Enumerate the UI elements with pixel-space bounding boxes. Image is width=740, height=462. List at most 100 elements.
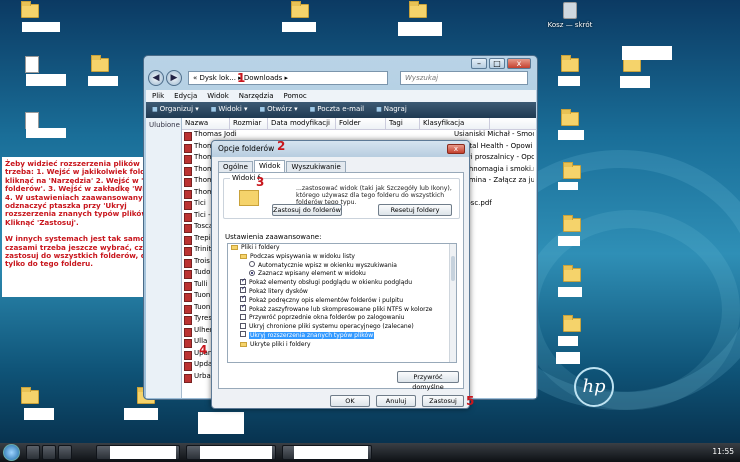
column-rating[interactable]: Klasyfikacja [420, 118, 490, 129]
desktop-folder-icon[interactable] [612, 55, 652, 72]
open-button[interactable]: Otwórz ▾ [260, 105, 298, 115]
checkbox[interactable] [240, 331, 246, 338]
menu-edycja[interactable]: Edycja [174, 92, 197, 100]
tab-view[interactable]: Widok [253, 160, 286, 172]
column-size[interactable]: Rozmiar [230, 118, 268, 129]
views-button[interactable]: Widoki ▾ [211, 105, 247, 115]
email-button[interactable]: Poczta e-mail [310, 105, 364, 115]
forward-button[interactable]: ▶ [166, 70, 182, 86]
checkbox[interactable] [240, 322, 246, 329]
menu-plik[interactable]: Plik [152, 92, 164, 100]
quicklaunch-icon[interactable] [26, 445, 40, 460]
restore-defaults-button[interactable]: Przywróć domyślne [397, 371, 459, 391]
desktop-folder-icon[interactable] [550, 109, 590, 126]
quicklaunch-icon[interactable] [42, 445, 56, 460]
document-icon [25, 112, 39, 129]
advanced-settings-list[interactable]: Pliki i foldery Podczas wpisywania w wido… [227, 243, 457, 363]
desktop-folder-icon[interactable] [80, 55, 120, 72]
close-button[interactable]: x [507, 58, 531, 69]
menu-pomoc[interactable]: Pomoc [284, 92, 307, 100]
window-controls: – □ x [471, 58, 531, 69]
ok-button[interactable]: OK [330, 395, 370, 407]
taskbar: 11:55 [0, 443, 740, 462]
desktop-folder-icon[interactable] [550, 55, 590, 72]
menu-widok[interactable]: Widok [207, 92, 229, 100]
checkbox[interactable] [240, 313, 246, 320]
desktop-folder-icon[interactable] [552, 215, 592, 232]
folder-icon [240, 341, 247, 347]
advanced-setting-item[interactable]: Pokaż podręczny opis elementów folderów … [228, 294, 456, 306]
desktop-folder-icon[interactable] [552, 162, 592, 179]
column-date[interactable]: Data modyfikacji [268, 118, 336, 129]
advanced-setting-item[interactable]: Pokaż litery dysków [228, 285, 456, 297]
advanced-setting-item[interactable]: Pokaż elementy obsługi podglądu w okienk… [228, 277, 456, 288]
radio-button[interactable] [249, 261, 255, 268]
column-name[interactable]: Nazwa [182, 118, 230, 129]
start-button[interactable] [3, 444, 20, 461]
back-button[interactable]: ◀ [148, 70, 164, 86]
redacted-label [88, 76, 118, 86]
checkbox[interactable] [240, 303, 246, 312]
column-folder[interactable]: Folder [336, 118, 386, 129]
search-input[interactable]: Wyszukaj [400, 71, 528, 85]
advanced-setting-item[interactable]: Pokaż zaszyfrowane lub skompresowane pli… [228, 303, 456, 315]
folder-icon [563, 162, 581, 179]
checkbox[interactable] [240, 294, 246, 303]
checkbox[interactable] [240, 277, 246, 285]
favorites-label[interactable]: Ulubione [149, 121, 180, 129]
radio-button[interactable] [249, 269, 255, 276]
column-tags[interactable]: Tagi [386, 118, 420, 129]
step-marker-2: 2 [277, 139, 286, 153]
menu-bar: Plik Edycja Widok Narzędzia Pomoc [146, 90, 536, 102]
dialog-title: Opcje folderów [212, 141, 469, 157]
redacted-label [26, 128, 66, 138]
desktop-folder-icon[interactable] [398, 1, 438, 18]
redacted-label [622, 46, 672, 60]
desktop-folder-icon[interactable] [552, 265, 592, 282]
advanced-setting-label: Pokaż elementy obsługi podglądu w okienk… [249, 279, 413, 287]
address-bar[interactable]: « Dysk lok... ▸ Downloads ▸ [188, 71, 388, 85]
desktop-folder-icon[interactable] [280, 1, 320, 18]
folder-icon [240, 253, 247, 259]
recycle-bin-shortcut[interactable]: Kosz — skrót [544, 2, 596, 29]
advanced-scrollbar[interactable] [449, 244, 456, 362]
advanced-setting-item[interactable]: Ukryte pliki i foldery [228, 341, 456, 350]
reset-folders-button[interactable]: Resetuj foldery [378, 204, 452, 216]
redacted-label [558, 236, 580, 246]
redacted-label [556, 352, 580, 364]
apply-to-folders-button[interactable]: Zastosuj do folderów [272, 204, 342, 216]
redacted-label [24, 408, 54, 420]
apply-button[interactable]: Zastosuj [422, 395, 464, 407]
advanced-setting-label: Ukryte pliki i foldery [250, 340, 311, 348]
maximize-button[interactable]: □ [489, 58, 505, 69]
advanced-setting-label: Pokaż litery dysków [249, 287, 308, 295]
burn-button[interactable]: Nagraj [376, 105, 407, 115]
advanced-setting-item[interactable]: Ukryj chronione pliki systemu operacyjne… [228, 322, 456, 332]
desktop-doc-icon[interactable] [12, 112, 52, 129]
checkbox[interactable] [240, 285, 246, 294]
desktop-doc-icon[interactable] [12, 56, 52, 73]
hp-logo: hp [574, 367, 614, 407]
folder-icon [563, 265, 581, 282]
desktop-folder-icon[interactable] [10, 1, 50, 18]
advanced-setting-item[interactable]: Zaznacz wpisany element w widoku [228, 269, 456, 279]
wallpaper-swirl [520, 210, 740, 410]
advanced-setting-item[interactable]: Przywróć poprzednie okna folderów po zal… [228, 313, 456, 323]
minimize-button[interactable]: – [471, 58, 487, 69]
folder-options-dialog[interactable]: Opcje folderów x Ogólne Widok Wyszukiwan… [211, 140, 470, 409]
advanced-setting-item[interactable]: Automatycznie wpisz w okienku wyszukiwan… [228, 261, 456, 271]
redacted-label [398, 22, 442, 36]
advanced-setting-item[interactable]: Pliki i foldery [228, 244, 456, 253]
advanced-settings-label: Ustawienia zaawansowane: [225, 233, 322, 241]
menu-narzedzia[interactable]: Narzędzia [239, 92, 274, 100]
advanced-setting-label: Automatycznie wpisz w okienku wyszukiwan… [258, 261, 397, 269]
desktop-folder-icon[interactable] [552, 315, 592, 332]
desktop-folder-icon[interactable] [10, 387, 50, 404]
advanced-setting-item[interactable]: Ukryj rozszerzenia znanych typów plików [228, 331, 456, 341]
folder-icon [561, 55, 579, 72]
dialog-close-button[interactable]: x [447, 144, 465, 154]
organize-button[interactable]: Organizuj ▾ [152, 105, 199, 115]
quicklaunch-icon[interactable] [58, 445, 72, 460]
cancel-button[interactable]: Anuluj [376, 395, 416, 407]
advanced-setting-item[interactable]: Podczas wpisywania w widoku listy [228, 253, 456, 262]
